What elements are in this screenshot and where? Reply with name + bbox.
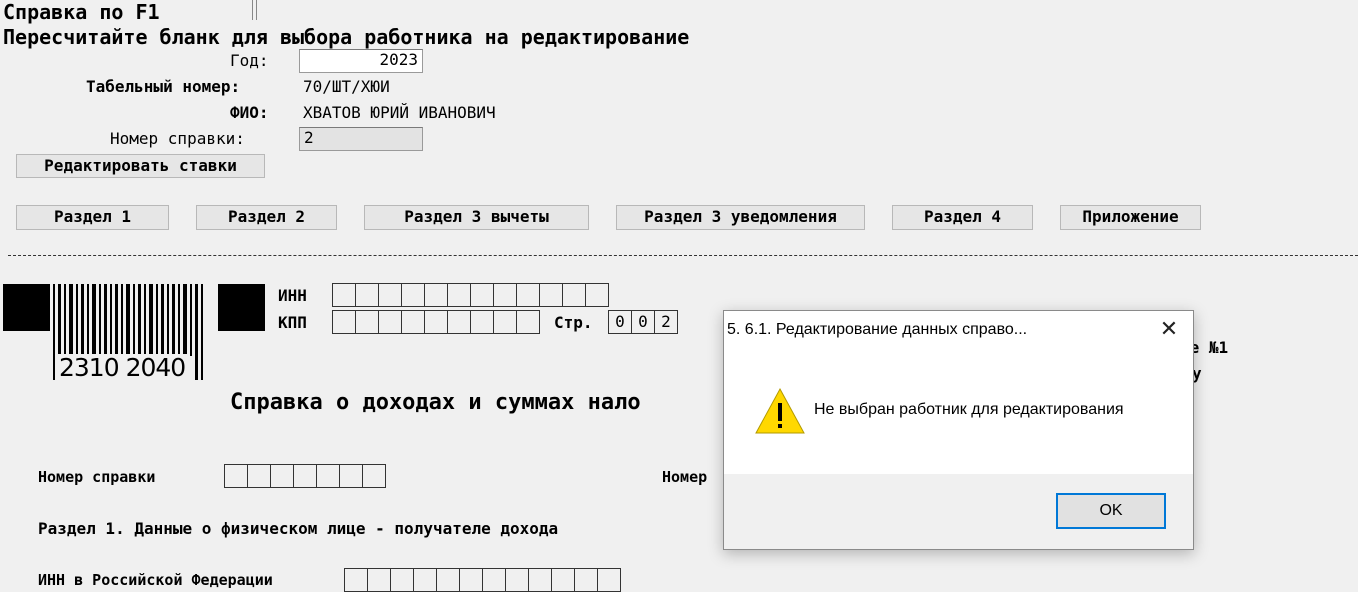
section-3-deductions-button[interactable]: Раздел 3 вычеты xyxy=(364,205,589,230)
section-3-notices-button[interactable]: Раздел 3 уведомления xyxy=(616,205,865,230)
page-label: Стр. xyxy=(554,313,593,332)
section-4-button[interactable]: Раздел 4 xyxy=(892,205,1033,230)
section-2-button[interactable]: Раздел 2 xyxy=(196,205,337,230)
ref-number-field[interactable]: 2 xyxy=(299,127,423,151)
marker-square-right xyxy=(218,284,265,331)
inn-cells xyxy=(332,283,609,307)
tab-number-value: 70/ШТ/ХЮИ xyxy=(303,77,390,96)
page-cells: 002 xyxy=(608,310,678,334)
dashed-separator xyxy=(8,255,1358,256)
vertical-divider xyxy=(252,0,257,20)
tab-number-label: Табельный номер: xyxy=(86,77,241,96)
year-label: Год: xyxy=(230,51,269,70)
barcode: 2310 2040 xyxy=(52,284,212,382)
section1-title: Раздел 1. Данные о физическом лице - пол… xyxy=(38,519,559,538)
section-1-button[interactable]: Раздел 1 xyxy=(16,205,169,230)
appendix-button[interactable]: Приложение xyxy=(1060,205,1201,230)
document-title: Справка о доходах и суммах нало xyxy=(230,390,641,415)
dialog-title: 5. 6.1. Редактирование данных справо... xyxy=(727,321,1028,338)
kpp-cells xyxy=(332,310,540,334)
ref-number-label: Номер справки: xyxy=(110,129,245,148)
ref-number-doc-label: Номер справки xyxy=(38,468,156,486)
year-field[interactable]: 2023 xyxy=(299,49,423,73)
number-label-right: Номер xyxy=(662,468,708,486)
ref-number-cells xyxy=(224,464,386,488)
barcode-number: 2310 2040 xyxy=(57,353,188,382)
fio-label: ФИО: xyxy=(230,103,269,122)
marker-square-left xyxy=(3,284,50,331)
inn-rf-label: ИНН в Российской Федерации xyxy=(38,571,273,589)
close-icon[interactable]: ✕ xyxy=(1154,317,1184,343)
warning-icon xyxy=(754,385,806,437)
ok-button[interactable]: OK xyxy=(1056,493,1166,529)
edit-rates-button[interactable]: Редактировать ставки xyxy=(16,154,265,178)
inn-label: ИНН xyxy=(278,286,307,305)
kpp-label: КПП xyxy=(278,313,307,332)
inn-rf-cells xyxy=(344,568,621,592)
dialog-message: Не выбран работник для редактирования xyxy=(814,401,1124,418)
fio-value: ХВАТОВ ЮРИЙ ИВАНОВИЧ xyxy=(303,103,496,122)
instruction-text: Пересчитайте бланк для выбора работника … xyxy=(3,25,690,49)
error-dialog: 5. 6.1. Редактирование данных справо... … xyxy=(723,310,1194,550)
page-title: Справка по F1 xyxy=(3,0,160,24)
